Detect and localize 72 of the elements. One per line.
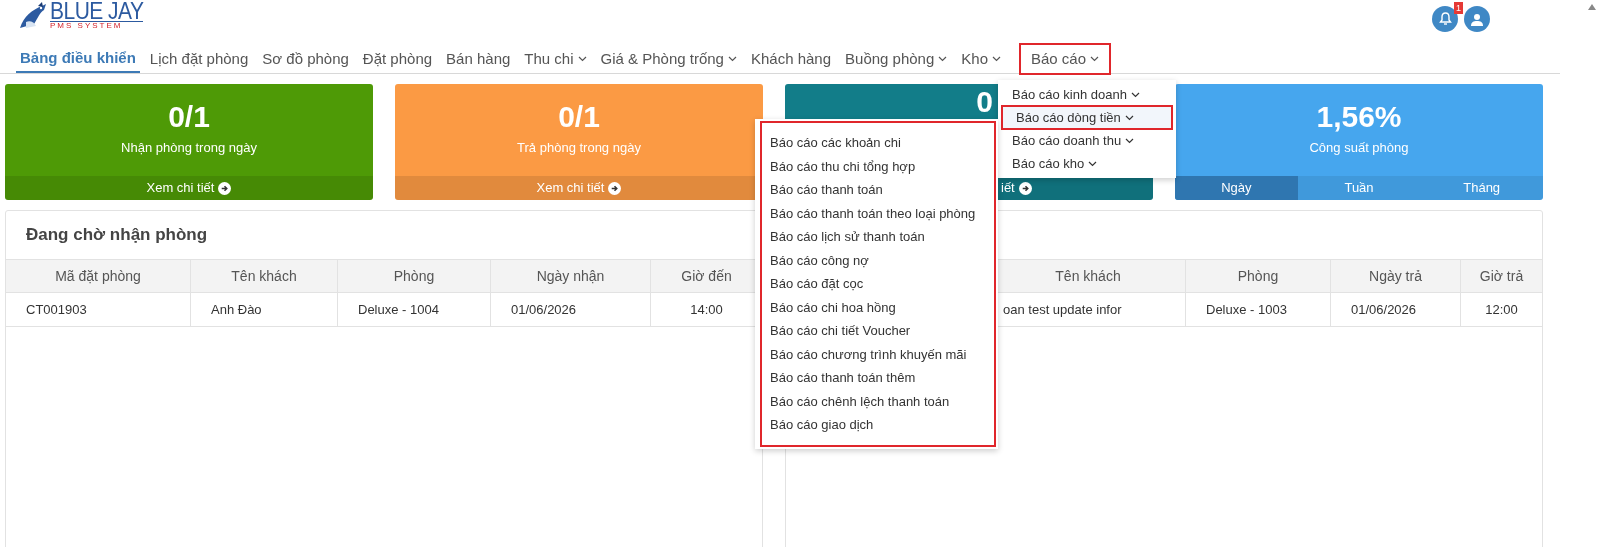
column-header: Tên khách (1055, 266, 1121, 286)
nav-item[interactable]: Bảng điều khiển (16, 45, 140, 73)
nav-item[interactable]: Sơ đồ phòng (258, 45, 353, 73)
column-header: Phòng (393, 266, 435, 286)
table-cell-text: Anh Đào (211, 300, 262, 319)
column-header: Ngày nhận (536, 266, 605, 286)
notification-button[interactable] (1432, 6, 1458, 32)
column-header: Tên khách (231, 266, 297, 286)
logo-title: BLUE JAY (50, 0, 144, 23)
menu-item[interactable]: Báo cáo chênh lệch thanh toán (762, 389, 994, 413)
column-header: Phòng (1237, 266, 1279, 286)
stat-label: Trả phòng trong ngày (517, 139, 641, 158)
menu-item[interactable]: Báo cáo thanh toán theo loại phòng (762, 201, 994, 225)
menu-item[interactable]: Báo cáo dòng tiền (1002, 106, 1172, 129)
menu-item[interactable]: Báo cáo thanh toán (762, 178, 994, 202)
table-cell-text: 12:00 (1485, 300, 1518, 319)
menu-item[interactable]: Báo cáo giao dịch (762, 413, 994, 437)
column-header: Mã đặt phòng (55, 266, 141, 286)
menu-item[interactable]: Báo cáo công nợ (762, 248, 994, 272)
stat-value: 0/1 (558, 102, 600, 133)
scroll-up-arrow-icon (1588, 4, 1596, 10)
menu-item[interactable]: Báo cáo doanh thu (998, 129, 1176, 152)
nav-item[interactable]: Lịch đặt phòng (145, 45, 253, 73)
nav-item[interactable]: Thu chi (520, 45, 591, 73)
menu-item[interactable]: Báo cáo kho (998, 152, 1176, 175)
menu-item[interactable]: Báo cáo thu chi tổng hợp (762, 154, 994, 178)
arrow-circle-icon (1018, 181, 1032, 195)
nav-item[interactable]: Khách hàng (746, 45, 836, 73)
user-avatar-button[interactable] (1464, 6, 1490, 32)
table-cell-text: oan test update infor (1003, 300, 1122, 319)
caret-icon (1124, 114, 1134, 121)
table-cell-text: 01/06/2026 (1351, 300, 1417, 319)
logo-subtitle: PMS SYSTEM (50, 21, 144, 30)
nav-item[interactable]: Báo cáo (1021, 45, 1110, 73)
table-cell-text: 01/06/2026 (511, 300, 577, 319)
nav-item[interactable]: Đặt phòng (358, 45, 437, 73)
nav-item[interactable]: Giá & Phòng trống (596, 45, 741, 73)
details-link[interactable]: iết (1001, 178, 1032, 198)
nav-item[interactable]: Bán hàng (442, 45, 515, 73)
column-header: Ngày trả (1369, 266, 1422, 286)
column-header: Giờ trả (1479, 266, 1524, 286)
stat-value: 0 (976, 87, 993, 117)
column-header: Giờ đến (681, 266, 732, 286)
user-icon (1471, 12, 1483, 26)
caret-icon (1125, 137, 1135, 144)
arrow-circle-icon (608, 181, 622, 195)
menu-item[interactable]: Báo cáo các khoản chi (762, 131, 994, 155)
stat-value: 1,56% (1316, 102, 1402, 133)
notification-badge: 1 (1454, 2, 1463, 14)
menu-item[interactable]: Báo cáo chi tiết Voucher (762, 319, 994, 343)
caret-icon (1130, 91, 1140, 98)
period-tab[interactable]: Ngày (1175, 176, 1298, 200)
menu-item[interactable]: Báo cáo đặt cọc (762, 272, 994, 296)
menu-item[interactable]: Báo cáo lịch sử thanh toán (762, 225, 994, 249)
menu-item[interactable]: Báo cáo kinh doanh (998, 83, 1176, 106)
bell-icon (1438, 12, 1452, 26)
stat-label: Nhận phòng trong ngày (121, 139, 257, 158)
menu-item[interactable]: Báo cáo chương trình khuyến mãi (762, 342, 994, 366)
stat-value: 0/1 (168, 102, 210, 133)
table-cell-text: Deluxe - 1003 (1206, 300, 1287, 319)
arrow-circle-icon (218, 181, 232, 195)
menu-item[interactable]: Báo cáo thanh toán thêm (762, 366, 994, 390)
table-cell-text: CT001903 (26, 300, 87, 319)
caret-icon (1088, 160, 1098, 167)
stat-label: Công suất phòng (1309, 139, 1409, 158)
details-link[interactable]: Xem chi tiết (146, 178, 232, 198)
table-cell-text: 14:00 (690, 300, 723, 319)
menu-item[interactable]: Báo cáo chi hoa hồng (762, 295, 994, 319)
panel-title: Đang chờ nhận phòng (26, 224, 208, 247)
table-cell-text: Deluxe - 1004 (358, 300, 439, 319)
nav-item[interactable]: Kho (957, 45, 1005, 73)
nav-item[interactable]: Buồng phòng (841, 45, 952, 73)
